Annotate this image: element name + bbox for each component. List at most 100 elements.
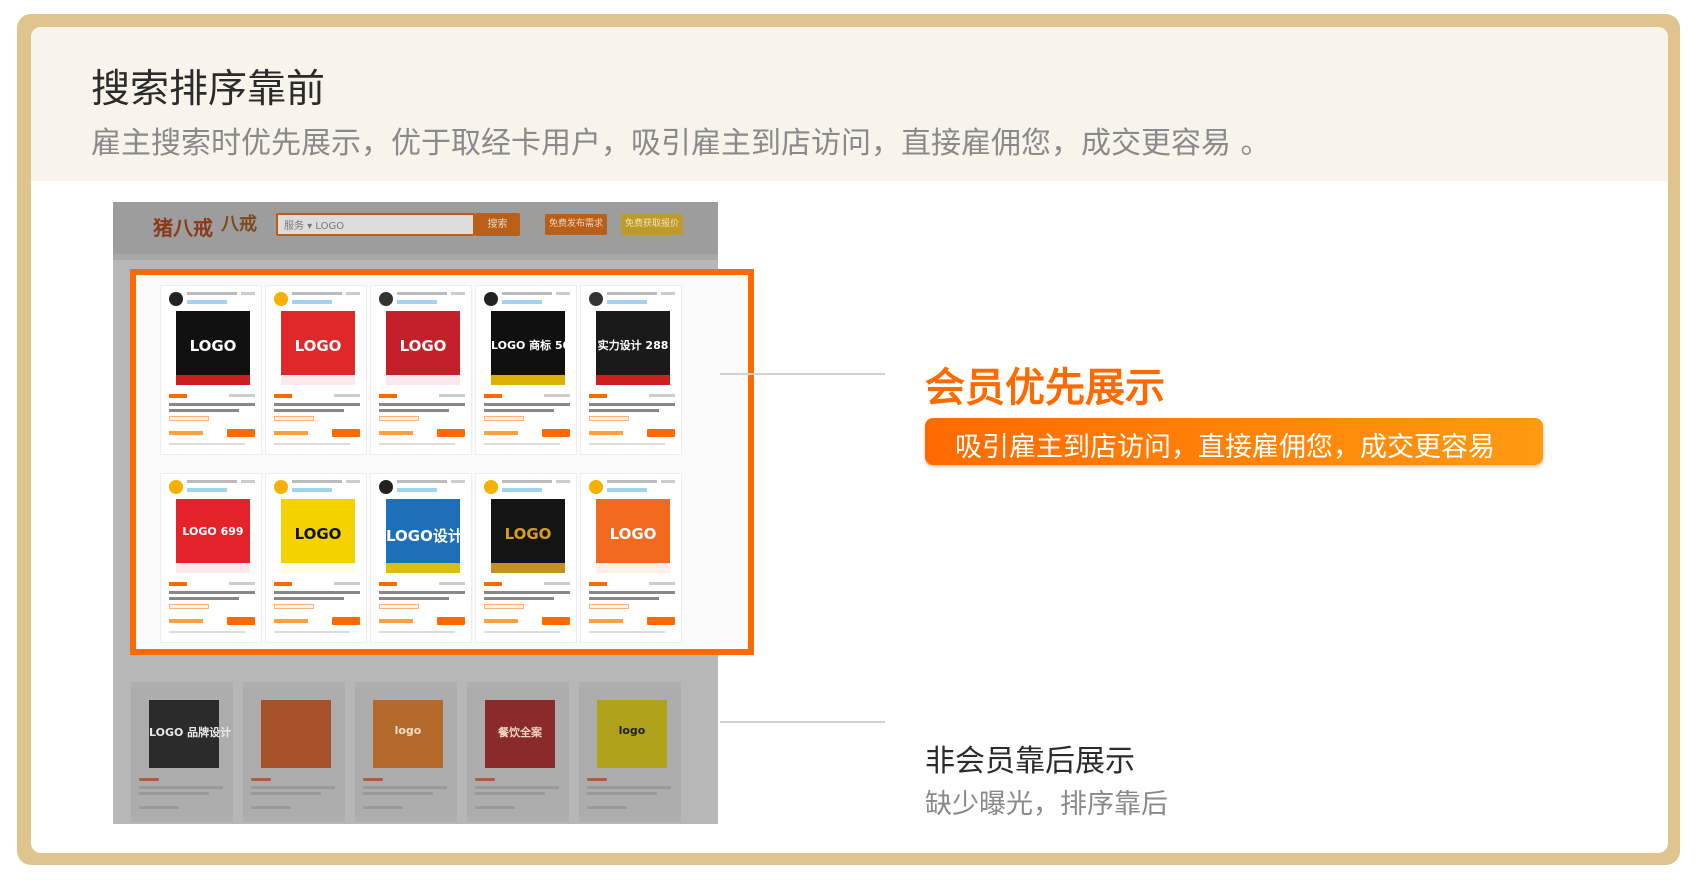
- deal-count: [334, 394, 360, 397]
- product-desc-line: [379, 409, 449, 412]
- thumbnail-accent-band: [281, 375, 355, 385]
- shop-tags: [502, 488, 542, 492]
- nonmember-text-line: [251, 786, 335, 789]
- nonmember-product-card: 餐饮全案: [467, 682, 569, 822]
- thumbnail-text: LOGO: [399, 337, 447, 355]
- product-thumbnail: LOGO: [281, 499, 355, 573]
- product-desc-line: [169, 403, 255, 406]
- free-consult-button: [437, 429, 465, 437]
- thumbnail-accent-band: [491, 563, 565, 573]
- thumbnail-accent-band: [596, 375, 670, 385]
- section-title: 搜索排序靠前: [91, 67, 326, 112]
- shop-name: [502, 292, 552, 295]
- nonmember-product-thumbnail: [261, 700, 331, 768]
- product-card: 实力设计 288: [580, 285, 682, 455]
- product-thumbnail: LOGO 商标 500: [491, 311, 565, 385]
- guarantee-badge: [169, 416, 209, 421]
- nonmember-product-card: LOGO 品牌设计: [131, 682, 233, 822]
- guarantee-badge: [484, 604, 524, 609]
- product-desc-line: [274, 591, 360, 594]
- product-thumbnail: LOGO: [281, 311, 355, 385]
- product-desc-line: [274, 403, 360, 406]
- guarantee-badge: [589, 604, 629, 609]
- connector-line-member: [720, 373, 885, 375]
- deal-count: [439, 394, 465, 397]
- product-desc-line: [169, 591, 255, 594]
- shop-avatar: [274, 292, 288, 306]
- rating-stars: [589, 619, 623, 623]
- site-post-demand-button: 免费发布需求: [545, 214, 607, 235]
- rating-stars: [274, 431, 308, 435]
- product-price: [589, 394, 607, 398]
- free-consult-button: [647, 617, 675, 625]
- deal-count: [544, 582, 570, 585]
- site-header-bar: 猪八戒 八戒 服务 ▾ LOGO 搜索 免费发布需求 免费获取报价: [113, 202, 718, 254]
- nonmember-text-line: [587, 786, 671, 789]
- nonmember-product-thumbnail: logo: [373, 700, 443, 768]
- card-footer-line: [379, 631, 455, 633]
- guarantee-badge: [484, 416, 524, 421]
- nonmember-title: 非会员靠后展示: [925, 744, 1135, 779]
- shop-tags: [292, 488, 332, 492]
- deal-count: [229, 394, 255, 397]
- thumbnail-text: 实力设计 288: [597, 339, 669, 352]
- guarantee-badge: [379, 604, 419, 609]
- rating-stars: [379, 619, 413, 623]
- product-desc-line: [379, 597, 449, 600]
- nonmember-product-card: logo: [355, 682, 457, 822]
- product-thumbnail: LOGO: [491, 499, 565, 573]
- thumbnail-text: LOGO: [609, 525, 657, 543]
- shop-name: [607, 480, 657, 483]
- card-footer-line: [274, 443, 350, 445]
- rating-stars: [484, 619, 518, 623]
- guarantee-badge: [274, 604, 314, 609]
- thumbnail-text: LOGO 699: [182, 525, 244, 538]
- shop-location: [451, 480, 465, 483]
- deal-count: [229, 582, 255, 585]
- deal-count: [544, 394, 570, 397]
- guarantee-badge: [274, 416, 314, 421]
- product-desc-line: [484, 591, 570, 594]
- nonmember-product-thumbnail: LOGO 品牌设计: [149, 700, 231, 768]
- nonmember-product-card: logo: [579, 682, 681, 822]
- product-desc-line: [379, 591, 465, 594]
- thumbnail-accent-band: [176, 375, 250, 385]
- product-card: LOGO 699: [160, 473, 262, 643]
- nonmember-product-card: [243, 682, 345, 822]
- nonmember-subtitle: 缺少曝光，排序靠后: [925, 789, 1168, 820]
- shop-avatar: [169, 292, 183, 306]
- product-price: [169, 582, 187, 586]
- nonmember-thumbnail-text: logo: [618, 724, 646, 737]
- nonmember-text-line: [363, 806, 403, 809]
- site-search-input: 服务 ▾ LOGO: [276, 213, 475, 236]
- shop-avatar: [379, 480, 393, 494]
- shop-tags: [397, 488, 437, 492]
- nonmember-text-line: [475, 792, 545, 795]
- guarantee-badge: [589, 416, 629, 421]
- thumbnail-text: LOGO: [294, 525, 342, 543]
- member-results-highlight: LOGO LOGO LOGO LOGO 商标 500 实力设计 288 LOGO 699 L…: [130, 269, 754, 655]
- product-card: LOGO: [475, 473, 577, 643]
- product-card: LOGO: [370, 285, 472, 455]
- nonmember-text-line: [139, 806, 179, 809]
- product-price: [169, 394, 187, 398]
- product-thumbnail: 实力设计 288: [596, 311, 670, 385]
- shop-name: [397, 480, 447, 483]
- product-card: LOGO: [265, 473, 367, 643]
- product-thumbnail: LOGO: [176, 311, 250, 385]
- shop-avatar: [274, 480, 288, 494]
- product-thumbnail: LOGO: [596, 499, 670, 573]
- nonmember-text-line: [587, 792, 657, 795]
- nonmember-text-line: [251, 778, 271, 781]
- card-footer-line: [169, 443, 245, 445]
- product-price: [484, 582, 502, 586]
- site-nav-strip: [113, 254, 718, 260]
- product-thumbnail: LOGO设计: [386, 499, 460, 573]
- nonmember-text-line: [139, 786, 223, 789]
- nonmember-thumbnail-text: logo: [394, 724, 422, 737]
- shop-name: [397, 292, 447, 295]
- shop-avatar: [484, 292, 498, 306]
- product-price: [274, 582, 292, 586]
- product-thumbnail: LOGO: [386, 311, 460, 385]
- product-thumbnail: LOGO 699: [176, 499, 250, 573]
